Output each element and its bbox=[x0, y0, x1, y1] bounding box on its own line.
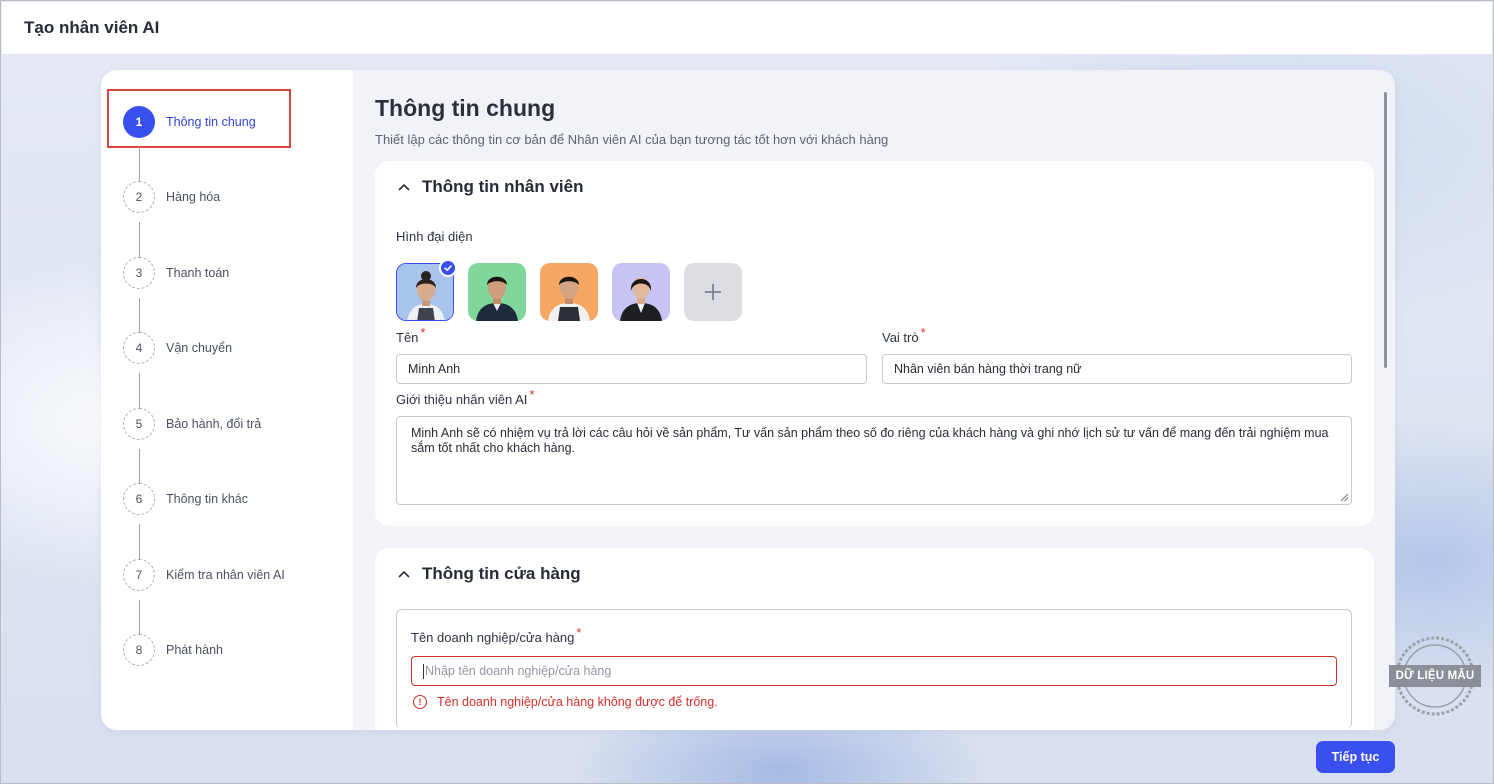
avatar-option-3[interactable] bbox=[540, 263, 598, 321]
section-title: Thông tin nhân viên bbox=[422, 177, 584, 196]
add-avatar-button[interactable] bbox=[684, 263, 742, 321]
step-label: Thông tin khác bbox=[166, 492, 248, 506]
step-number: 4 bbox=[123, 332, 155, 364]
page-title: Thông tin chung bbox=[375, 95, 556, 121]
avatar-male-green bbox=[468, 263, 526, 321]
required-mark: * bbox=[576, 625, 582, 640]
business-name-label-text: Tên doanh nghiệp/cửa hàng bbox=[411, 630, 575, 645]
step-other-info[interactable]: 6 Thông tin khác bbox=[123, 482, 248, 516]
main-content: Thông tin chung Thiết lập các thông tin … bbox=[353, 70, 1395, 730]
text-caret bbox=[423, 663, 424, 679]
step-number: 8 bbox=[123, 634, 155, 666]
role-label: Vai trò * bbox=[882, 325, 926, 345]
step-connector bbox=[139, 524, 140, 562]
business-name-label: Tên doanh nghiệp/cửa hàng * bbox=[411, 625, 581, 645]
required-mark: * bbox=[529, 387, 535, 402]
step-connector bbox=[139, 222, 140, 260]
step-number: 2 bbox=[123, 181, 155, 213]
step-label: Bảo hành, đổi trả bbox=[166, 417, 262, 431]
avatar-male-apron bbox=[540, 263, 598, 321]
step-label: Phát hành bbox=[166, 643, 223, 657]
role-label-text: Vai trò bbox=[882, 330, 919, 345]
step-connector bbox=[139, 373, 140, 411]
name-input-value: Minh Anh bbox=[408, 362, 461, 376]
step-label: Kiểm tra nhân viên AI bbox=[166, 568, 285, 582]
business-name-error: ! Tên doanh nghiệp/cửa hàng không được đ… bbox=[413, 695, 718, 709]
chevron-up-icon bbox=[398, 571, 410, 578]
wizard-card: 1 Thông tin chung 2 Hàng hóa 3 Thanh toá… bbox=[101, 70, 1395, 730]
error-text: Tên doanh nghiệp/cửa hàng không được để … bbox=[437, 695, 718, 709]
chevron-up-icon bbox=[398, 184, 410, 191]
resize-grip-icon[interactable] bbox=[1340, 493, 1349, 502]
step-number: 6 bbox=[123, 483, 155, 515]
step-publish[interactable]: 8 Phát hành bbox=[123, 633, 223, 667]
plus-icon bbox=[704, 283, 722, 301]
avatar-option-2[interactable] bbox=[468, 263, 526, 321]
required-mark: * bbox=[420, 325, 426, 340]
employee-section-header[interactable]: Thông tin nhân viên bbox=[397, 177, 583, 197]
required-mark: * bbox=[920, 325, 926, 340]
intro-textarea-value: Minh Anh sẽ có nhiệm vụ trả lời các câu … bbox=[411, 426, 1329, 455]
step-number: 7 bbox=[123, 559, 155, 591]
step-number: 5 bbox=[123, 408, 155, 440]
error-icon: ! bbox=[413, 695, 427, 709]
top-bar: Tạo nhân viên AI bbox=[2, 2, 1492, 55]
step-shipping[interactable]: 4 Vận chuyển bbox=[123, 331, 232, 365]
intro-label-text: Giới thiệu nhân viên AI bbox=[396, 392, 528, 407]
name-input[interactable]: Minh Anh bbox=[396, 354, 867, 384]
step-warranty[interactable]: 5 Bảo hành, đổi trả bbox=[123, 407, 261, 441]
step-number: 3 bbox=[123, 257, 155, 289]
step-general-info[interactable]: 1 Thông tin chung bbox=[123, 105, 256, 139]
employee-section: Thông tin nhân viên Hình đại diện Tên * … bbox=[375, 161, 1374, 526]
next-button[interactable]: Tiếp tục bbox=[1316, 741, 1395, 773]
role-input-value: Nhân viên bán hàng thời trang nữ bbox=[894, 362, 1082, 376]
step-label: Thanh toán bbox=[166, 266, 230, 280]
sample-data-stamp: DỮ LIỆU MẪU bbox=[1389, 635, 1481, 717]
store-section: Thông tin cửa hàng Tên doanh nghiệp/cửa … bbox=[375, 548, 1374, 730]
intro-textarea[interactable]: Minh Anh sẽ có nhiệm vụ trả lời các câu … bbox=[396, 416, 1352, 505]
step-label: Thông tin chung bbox=[166, 115, 256, 129]
stepper: 1 Thông tin chung 2 Hàng hóa 3 Thanh toá… bbox=[101, 70, 353, 730]
app-window: Tạo nhân viên AI 1 Thông tin chung 2 Hàn… bbox=[0, 0, 1494, 784]
intro-label: Giới thiệu nhân viên AI * bbox=[396, 387, 534, 407]
avatar-option-4[interactable] bbox=[612, 263, 670, 321]
step-label: Hàng hóa bbox=[166, 190, 221, 204]
avatar-label: Hình đại diện bbox=[396, 229, 473, 244]
name-label: Tên * bbox=[396, 325, 425, 345]
step-products[interactable]: 2 Hàng hóa bbox=[123, 180, 220, 214]
stamp-label: DỮ LIỆU MẪU bbox=[1389, 665, 1481, 687]
business-name-placeholder: Nhập tên doanh nghiệp/cửa hàng bbox=[425, 664, 612, 678]
business-name-input[interactable]: Nhập tên doanh nghiệp/cửa hàng bbox=[411, 656, 1337, 686]
step-number: 1 bbox=[123, 106, 155, 138]
page-subtitle: Thiết lập các thông tin cơ bản để Nhân v… bbox=[375, 132, 889, 147]
role-input[interactable]: Nhân viên bán hàng thời trang nữ bbox=[882, 354, 1352, 384]
selected-check-icon bbox=[439, 259, 457, 277]
step-payment[interactable]: 3 Thanh toán bbox=[123, 256, 229, 290]
name-label-text: Tên bbox=[396, 330, 419, 345]
scrollbar[interactable] bbox=[1384, 92, 1387, 368]
section-title: Thông tin cửa hàng bbox=[422, 564, 581, 583]
store-section-header[interactable]: Thông tin cửa hàng bbox=[397, 564, 581, 584]
step-review[interactable]: 7 Kiểm tra nhân viên AI bbox=[123, 558, 285, 592]
step-label: Vận chuyển bbox=[166, 341, 233, 355]
app-title: Tạo nhân viên AI bbox=[24, 18, 160, 37]
avatar-female-suit bbox=[612, 263, 670, 321]
